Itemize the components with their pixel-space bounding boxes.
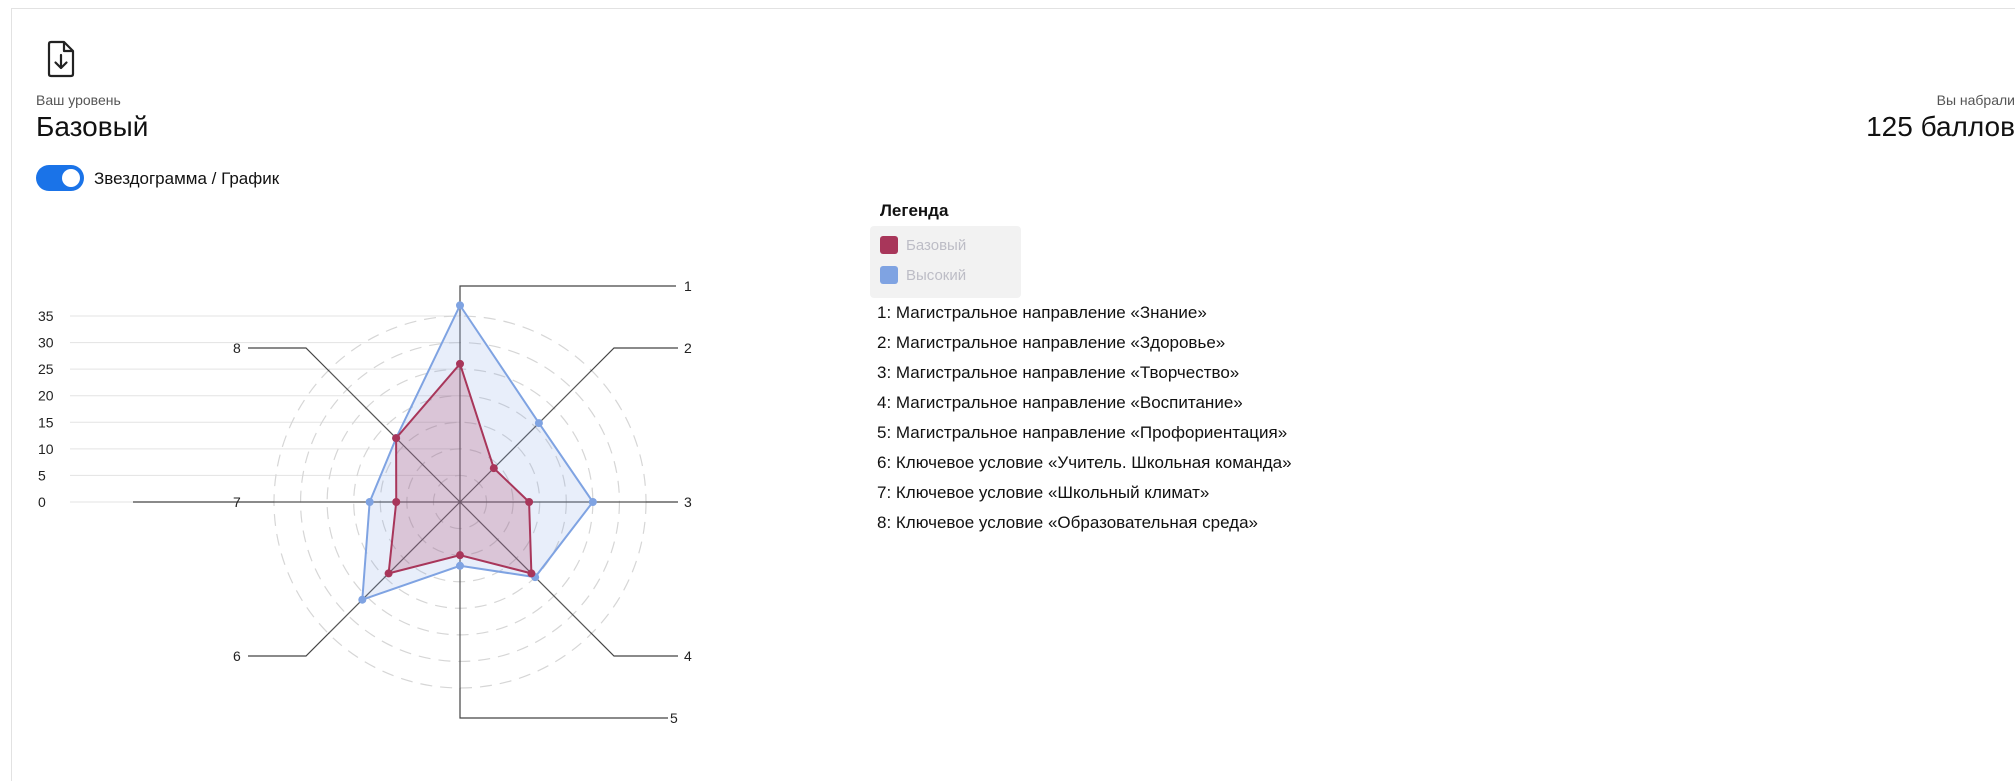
category-label: 4: [684, 648, 692, 664]
legend-item-basic[interactable]: Базовый: [880, 236, 966, 254]
category-leader-line: [590, 632, 678, 657]
series-point-high: [365, 498, 374, 506]
file-download-icon: [47, 40, 75, 78]
series-point-basic: [456, 359, 464, 368]
legend-title: Легенда: [880, 201, 949, 220]
category-label: 3: [684, 494, 692, 510]
direction-item: 2: Магистральное направление «Здоровье»: [877, 333, 1226, 352]
category-leader-line: [459, 285, 676, 316]
direction-item: 6: Ключевое условие «Учитель. Школьная к…: [877, 453, 1292, 472]
legend-label-basic: Базовый: [906, 236, 967, 254]
series-point-high: [534, 419, 543, 428]
y-tick-label: 15: [38, 414, 54, 430]
category-label: 8: [233, 340, 241, 356]
level-value: Базовый: [36, 111, 149, 142]
series-point-basic: [392, 434, 401, 443]
series-point-basic: [384, 569, 393, 578]
category-leader-line: [459, 688, 668, 719]
category-leader-line: [248, 632, 330, 657]
series-point-basic: [527, 569, 536, 578]
level-label: Ваш уровень: [36, 92, 121, 108]
y-tick-label: 25: [38, 361, 54, 377]
y-tick-label: 30: [38, 335, 54, 351]
view-toggle-label[interactable]: Звездограмма / График: [94, 169, 279, 189]
direction-item: 4: Магистральное направление «Воспитание…: [877, 393, 1243, 412]
series-point-basic: [456, 551, 464, 560]
y-tick-label: 20: [38, 388, 54, 404]
legend-box: Базовый Высокий: [870, 226, 1021, 298]
y-tick-label: 35: [38, 308, 54, 324]
directions-list: 1: Магистральное направление «Знание» 2:…: [877, 302, 1292, 542]
direction-item: 8: Ключевое условие «Образовательная сре…: [877, 513, 1258, 532]
y-tick-label: 5: [38, 467, 46, 483]
series-point-basic: [489, 464, 498, 473]
direction-item: 7: Ключевое условие «Школьный климат»: [877, 483, 1210, 502]
category-label: 1: [684, 278, 692, 294]
y-tick-label: 0: [38, 494, 46, 510]
category-label: 5: [670, 710, 678, 726]
series-point-basic: [525, 498, 534, 506]
series-point-high: [588, 498, 597, 506]
download-button[interactable]: [42, 38, 80, 80]
series-point-high: [358, 595, 367, 604]
category-leader-line: [590, 347, 678, 372]
radar-chart: 0 5 10 15 20 25 30 35 1 2 3 4 5 6 7 8: [38, 278, 692, 726]
series-point-high: [456, 301, 464, 310]
direction-item: 1: Магистральное направление «Знание»: [877, 303, 1207, 322]
legend-swatch-basic: [880, 236, 898, 254]
score-label: Вы набрали: [1936, 92, 2015, 108]
toggle-knob: [62, 169, 80, 187]
category-label: 7: [233, 494, 241, 510]
direction-item: 3: Магистральное направление «Творчество…: [877, 363, 1240, 382]
score-value: 125 баллов: [1866, 111, 2015, 142]
view-toggle-switch[interactable]: [36, 165, 84, 191]
category-leader-line: [248, 347, 330, 372]
direction-item: 5: Магистральное направление «Профориент…: [877, 423, 1288, 442]
legend-swatch-high: [880, 266, 898, 284]
category-label: 6: [233, 648, 241, 664]
category-label: 2: [684, 340, 692, 356]
series-point-basic: [392, 498, 401, 506]
y-tick-label: 10: [38, 441, 54, 457]
series-point-high: [456, 561, 464, 570]
legend-item-high[interactable]: Высокий: [880, 266, 966, 284]
legend-label-high: Высокий: [906, 266, 967, 284]
